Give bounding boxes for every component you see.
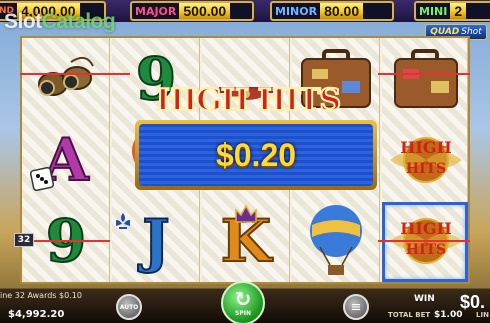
coin-stack-icon: ≡ [350,299,362,315]
major-jackpot-value: 500.00 [179,3,231,19]
binoculars-icon [38,56,94,96]
payline-segment [378,73,470,75]
total-bet-value: $1.00 [434,310,463,320]
suitcase-icon [394,48,458,108]
spin-label: SPIN [235,310,251,317]
king-symbol: K [202,200,290,281]
payline-number-marker: 32 [14,233,34,247]
feature-award-value: $0.20 [215,136,297,173]
ace-symbol: A [22,119,110,200]
minor-jackpot-value: 80.00 [320,3,364,19]
autoplay-button[interactable]: AUTO [116,294,142,320]
crown-small-icon [235,204,257,223]
high-hits-icon: HIGH HITS [390,136,462,183]
payline-segment [378,240,470,242]
balloon-symbol [292,200,380,281]
high-hits-title-text: HIGH HITS [155,82,342,119]
mini-jackpot-label: MINI [419,4,448,18]
dice-icon [30,167,55,192]
payline-segment [20,73,130,75]
spin-button[interactable]: ↻ SPIN [221,281,265,323]
svg-text:HITS: HITS [406,161,446,177]
mini-jackpot: MINI 2 [414,1,490,21]
binoculars-symbol [22,38,110,119]
win-banner-inner: $0.20 [139,124,373,186]
watermark: SlotCatalog [4,10,116,34]
win-label: WIN [414,294,435,304]
high-hits-title: HIGH HITS [130,80,366,120]
watermark-part2: Catalog [41,10,116,33]
win-banner: $0.20 [135,120,377,190]
watermark-part1: Slot [4,10,42,33]
mini-jackpot-value: 2 [450,3,467,19]
total-bet-label: TOTAL BET [388,311,431,319]
jack-glyph: J [141,206,170,275]
fleur-de-lis-icon [116,213,130,229]
jack-symbol: J [112,200,200,281]
balance-value: $4,992.20 [8,309,65,320]
major-jackpot-label: MAJOR [135,4,177,18]
suitcase-symbol [382,38,470,119]
winning-symbol-frame [382,202,468,282]
high-hits-symbol: HIGH HITS [382,119,470,200]
minor-jackpot-label: MINOR [275,4,318,18]
minor-jackpot: MINOR 80.00 [270,1,394,21]
status-message: ine 32 Awards $0.10 [0,291,82,300]
major-jackpot: MAJOR 500.00 [130,1,254,21]
spin-icon: ↻ [234,287,252,311]
hot-air-balloon-icon [310,204,362,275]
lines-label: LIN [476,311,489,319]
win-value: $0. [460,292,486,312]
bet-coins-button[interactable]: ≡ [343,294,369,320]
svg-text:HIGH: HIGH [400,138,451,157]
autoplay-label: AUTO [119,303,139,311]
